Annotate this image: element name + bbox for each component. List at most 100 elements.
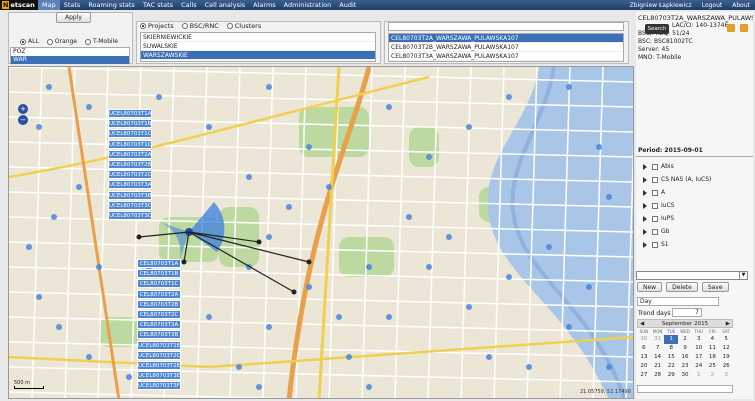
calendar-day[interactable]: 4 [706, 335, 720, 344]
calendar-day[interactable]: 12 [719, 344, 733, 353]
group-radio-bsc-rnc[interactable]: BSC/RNC [181, 22, 219, 30]
operator-radio-t-mobile[interactable]: T-Mobile [84, 38, 118, 45]
list-item[interactable]: CEL80703T2B_WARSZAWA_PULAWSKA107 [389, 43, 623, 52]
export-icon[interactable] [727, 24, 735, 32]
calendar-day[interactable]: 9 [678, 344, 692, 353]
calendar-day[interactable]: 18 [706, 353, 720, 362]
calendar-day[interactable]: 27 [637, 371, 651, 380]
checkbox-icon[interactable] [652, 189, 658, 196]
layer-item-abis[interactable]: Abis [640, 160, 750, 173]
expand-icon[interactable] [643, 189, 647, 196]
calendar-day[interactable]: 30 [637, 335, 651, 344]
map-cell-top-label[interactable]: UCEL80703T3C [108, 200, 152, 210]
nav-item-audit[interactable]: Audit [335, 0, 360, 10]
nav-item-administration[interactable]: Administration [280, 0, 336, 10]
map-cell-bottom-label[interactable]: CEL80703T3B [137, 330, 181, 340]
nav-item-calls[interactable]: Calls [177, 0, 201, 10]
calendar-day[interactable]: 10 [692, 344, 706, 353]
calendar-day[interactable]: 3 [719, 371, 733, 380]
layer-item-gb[interactable]: Gb [640, 225, 750, 238]
about-link[interactable]: About [727, 2, 755, 9]
calendar-day[interactable]: 20 [637, 362, 651, 371]
map-cell-top-label[interactable]: UCEL80703T2C [108, 170, 152, 180]
calendar-day[interactable]: 3 [692, 335, 706, 344]
map-cell-bottom-label[interactable]: CEL80703T3A [137, 320, 181, 330]
map-cell-bottom-label[interactable]: UCEL80703T3E [137, 371, 181, 381]
list-item[interactable]: SKIERNIEWICKIE [141, 33, 375, 42]
calendar-day[interactable]: 5 [719, 335, 733, 344]
group-radio-clusters[interactable]: Clusters [226, 22, 261, 30]
map-view[interactable] [8, 66, 634, 399]
list-item[interactable]: WAR [11, 56, 129, 64]
calendar-day[interactable]: 19 [719, 353, 733, 362]
checkbox-icon[interactable] [652, 241, 658, 248]
cell-search-input[interactable] [388, 22, 624, 31]
expand-icon[interactable] [643, 176, 647, 183]
list-item[interactable]: CEL80703T2A_WARSZAWA_PULAWSKA107 [389, 34, 623, 43]
checkbox-icon[interactable] [652, 215, 658, 222]
calendar-day[interactable]: 23 [678, 362, 692, 371]
calendar-day[interactable]: 22 [664, 362, 678, 371]
region-list[interactable]: POZ WAR [10, 47, 130, 64]
calendar-day[interactable]: 14 [651, 353, 665, 362]
map-cell-bottom-label[interactable]: CEL80703T2A [137, 289, 181, 299]
checkbox-icon[interactable] [652, 202, 658, 209]
new-button[interactable]: New [637, 282, 663, 292]
map-cell-bottom-label[interactable]: UCEL80703T2E [137, 361, 181, 370]
expand-icon[interactable] [643, 228, 647, 235]
trend-days-input[interactable]: 7 [672, 308, 702, 317]
saved-view-select[interactable]: ▼ [636, 271, 748, 280]
map-cell-top-label[interactable]: UCEL80703T1B [108, 119, 152, 129]
project-list[interactable]: SKIERNIEWICKIE SUWALSKIE WARSZAWSKIE [140, 32, 376, 62]
delete-button[interactable]: Delete [666, 282, 698, 292]
map-cell-bottom-label[interactable]: UCEL80703T3F [137, 381, 181, 391]
map-cell-top-label[interactable]: UCEL80703T2A [108, 149, 152, 159]
calendar-day[interactable]: 2 [706, 371, 720, 380]
save-button[interactable]: Save [701, 282, 729, 292]
checkbox-icon[interactable] [652, 228, 658, 235]
map-cell-bottom-label[interactable]: CEL80703T2B [137, 299, 181, 309]
calendar-day[interactable]: 13 [637, 353, 651, 362]
map-cell-bottom-label[interactable]: CEL80703T1A [137, 259, 181, 268]
layer-item-s1[interactable]: S1 [640, 238, 750, 251]
nav-item-stats[interactable]: Stats [60, 0, 85, 10]
map-cell-top-label[interactable]: UCEL80703T1C [108, 129, 152, 139]
nav-item-tac-stats[interactable]: TAC stats [139, 0, 177, 10]
expand-icon[interactable] [643, 202, 647, 209]
calendar-footer[interactable] [637, 385, 733, 393]
expand-icon[interactable] [643, 241, 647, 248]
operator-radio-orange[interactable]: Orange [46, 38, 77, 45]
map-cell-top-label[interactable]: UCEL80703T3D [108, 211, 152, 220]
expand-icon[interactable] [643, 163, 647, 170]
calendar-day[interactable]: 28 [651, 371, 665, 380]
calendar-day[interactable]: 21 [651, 362, 665, 371]
calendar-day[interactable]: 25 [706, 362, 720, 371]
calendar-day[interactable]: 11 [706, 344, 720, 353]
list-item[interactable]: WARSZAWSKIE [141, 51, 375, 60]
calendar-day[interactable]: 26 [719, 362, 733, 371]
operator-radio-all[interactable]: ALL [20, 38, 39, 45]
group-radio-projects[interactable]: Projects [140, 22, 174, 30]
calendar-day[interactable]: 24 [692, 362, 706, 371]
layer-item-cs-nas-a-iucs-[interactable]: CS NAS (A, IuCS) [640, 173, 750, 186]
nav-item-alarms[interactable]: Alarms [249, 0, 280, 10]
calendar-day[interactable]: 7 [651, 344, 665, 353]
list-item[interactable]: SUWALSKIE [141, 42, 375, 51]
search-button[interactable]: Search [645, 24, 669, 34]
map-cell-top-label[interactable]: UCEL80703T1D [108, 139, 152, 149]
map-cell-bottom-label[interactable]: CEL80703T1B [137, 269, 181, 279]
map-cell-top-label[interactable]: UCEL80703T2B [108, 160, 152, 169]
calendar-prev-button[interactable]: ◀ [640, 321, 644, 327]
calendar-day[interactable]: 17 [692, 353, 706, 362]
calendar-day[interactable]: 16 [678, 353, 692, 362]
map-cell-bottom-label[interactable]: CEL80703T1C [137, 279, 181, 289]
apply-button[interactable]: Apply [56, 12, 91, 23]
map-cell-top-label[interactable]: UCEL80703T1A [108, 109, 152, 118]
granularity-select[interactable]: Day [637, 297, 719, 306]
logout-link[interactable]: Logout [697, 2, 728, 9]
calendar-day[interactable]: 30 [678, 371, 692, 380]
nav-item-cell-analysis[interactable]: Cell analysis [201, 0, 250, 10]
map-cell-bottom-label[interactable]: CEL80703T2C [137, 310, 181, 319]
map-cell-bottom-label[interactable]: UCEL80703T1E [137, 340, 181, 350]
map-cell-bottom-label[interactable]: UCEL80703T2D [137, 350, 181, 360]
